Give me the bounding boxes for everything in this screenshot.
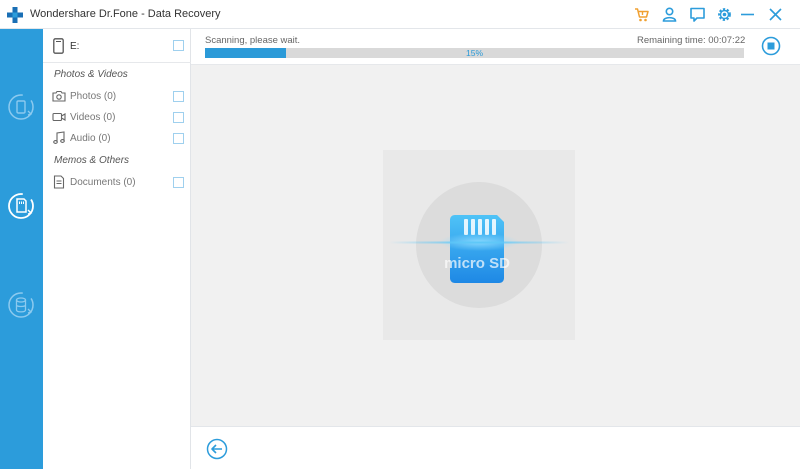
category-label: Photos (0): [70, 91, 117, 102]
phone-recovery-icon[interactable]: [7, 93, 35, 121]
progress-bar: 15%: [205, 48, 744, 58]
drive-label: E:: [70, 41, 80, 52]
scan-main: Scanning, please wait. Remaining time: 0…: [191, 29, 800, 469]
documents-checkbox[interactable]: [173, 177, 184, 188]
scan-status: Scanning, please wait.: [205, 35, 301, 46]
video-icon: [52, 112, 66, 122]
videos-checkbox[interactable]: [173, 112, 184, 123]
close-icon[interactable]: [767, 6, 784, 23]
sd-card-recovery-icon[interactable]: [7, 192, 35, 220]
audio-checkbox[interactable]: [173, 133, 184, 144]
category-label: Documents (0): [70, 177, 136, 188]
remaining-time: Remaining time: 00:07:22: [637, 35, 746, 46]
photos-checkbox[interactable]: [173, 91, 184, 102]
user-icon[interactable]: [661, 6, 678, 23]
category-label: Videos (0): [70, 112, 116, 123]
mode-rail: [0, 29, 43, 469]
app-title: Wondershare Dr.Fone - Data Recovery: [30, 8, 221, 20]
category-videos[interactable]: Videos (0): [43, 108, 191, 128]
music-note-icon: [53, 131, 65, 144]
feedback-icon[interactable]: [689, 6, 706, 23]
sd-card-scan-icon: micro SD: [389, 182, 569, 308]
drive-icon: [53, 38, 64, 54]
drive-checkbox[interactable]: [173, 40, 184, 51]
backup-recovery-icon[interactable]: [7, 291, 35, 319]
footer-bar: [191, 426, 800, 469]
settings-icon[interactable]: [716, 6, 733, 23]
category-documents[interactable]: Documents (0): [43, 173, 191, 193]
category-audio[interactable]: Audio (0): [43, 129, 191, 149]
stop-button[interactable]: [761, 36, 781, 56]
category-panel: E: Photos & Videos Photos (0) Videos (0)…: [43, 29, 191, 469]
category-photos[interactable]: Photos (0): [43, 87, 191, 107]
cart-icon[interactable]: [633, 6, 650, 23]
scan-header: Scanning, please wait. Remaining time: 0…: [191, 29, 800, 65]
group-title-photos-videos: Photos & Videos: [54, 69, 128, 80]
document-icon: [53, 175, 65, 189]
progress-label: 15%: [465, 48, 483, 58]
category-label: Audio (0): [70, 133, 111, 144]
back-arrow-icon[interactable]: [206, 438, 228, 460]
scan-illustration: micro SD: [383, 150, 575, 340]
card-text: micro SD: [444, 255, 510, 272]
title-bar: Wondershare Dr.Fone - Data Recovery: [0, 0, 800, 29]
group-title-memos-others: Memos & Others: [54, 155, 130, 166]
plus-logo-icon: [7, 7, 23, 23]
camera-icon: [52, 90, 66, 102]
minimize-icon[interactable]: [739, 6, 756, 23]
drive-row[interactable]: E:: [43, 29, 191, 63]
